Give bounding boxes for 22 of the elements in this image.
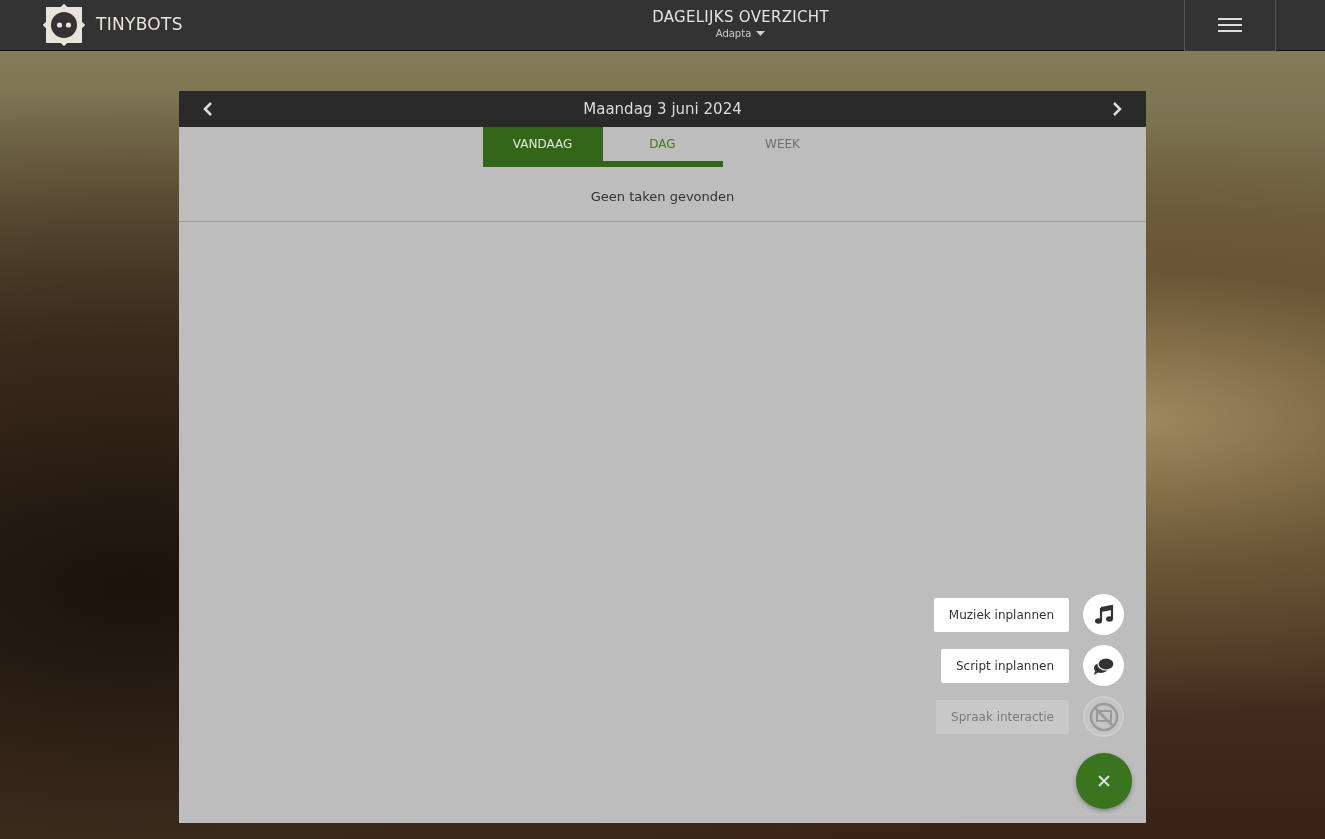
action-icon-button[interactable] [1083,645,1124,686]
no-chat-icon [1087,700,1120,733]
action-label-button[interactable]: Muziek inplannen [933,597,1069,632]
today-button[interactable]: VANDAAG [482,127,603,167]
page-title: DAGELIJKS OVERZICHT [652,9,829,26]
music-note-icon [1093,604,1114,625]
speed-dial-button[interactable] [1076,753,1132,809]
menu-icon [1218,17,1242,33]
action-icon-button[interactable] [1083,594,1124,635]
view-tab[interactable]: WEEK [722,127,843,167]
menu-button[interactable] [1184,0,1276,51]
caret-down-icon [756,30,766,36]
brand-name: TINYBOTS [96,13,183,37]
empty-message: Geen taken gevonden [179,167,1146,222]
chat-bubbles-icon [1092,656,1115,675]
action-label-button[interactable]: Script inplannen [940,648,1069,683]
robot-selector-dropdown[interactable]: Adapta [715,25,766,41]
chevron-right-icon [1112,101,1122,117]
current-date: Maandag 3 juni 2024 [583,98,742,120]
chevron-left-icon [203,101,213,117]
close-icon [1098,775,1110,787]
view-tab[interactable]: DAG [602,127,723,167]
